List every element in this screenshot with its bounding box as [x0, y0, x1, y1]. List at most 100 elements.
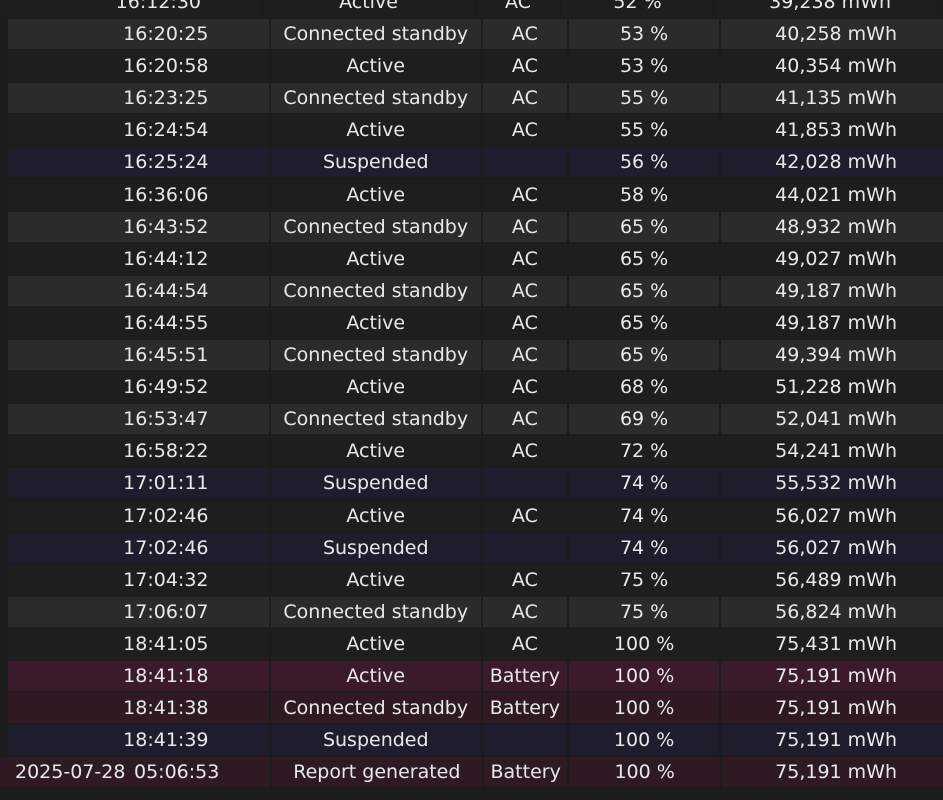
table-row: 18:41:38 Connected standby Battery 100 % 75,… [0, 693, 943, 724]
time-text: 16:20:58 [123, 55, 209, 78]
state-cell: Active [270, 307, 481, 338]
source-cell: AC [482, 275, 567, 306]
time-text: 16:20:25 [123, 23, 209, 46]
capacity-cell: 40,258 mWh [721, 19, 943, 50]
state-cell: Active [270, 564, 481, 595]
row-left-margin [0, 436, 8, 466]
time-text: 16:44:12 [123, 247, 209, 270]
percent-cell: 56 % [568, 147, 720, 178]
source-cell [482, 468, 567, 499]
source-cell: AC [476, 0, 560, 17]
source-cell: AC [482, 436, 567, 467]
source-cell: AC [482, 211, 567, 242]
state-cell: Suspended [270, 468, 481, 499]
time-text: 05:06:53 [134, 761, 220, 784]
percent-cell: 74 % [568, 500, 720, 531]
source-cell: AC [482, 115, 567, 146]
row-left-margin [0, 693, 8, 723]
time-text: 17:06:07 [123, 600, 209, 623]
row-left-margin [0, 597, 8, 627]
state-cell: Connected standby [270, 275, 481, 306]
table-row: 16:12:30 Active AC 52 % 39,238 mWh [0, 0, 943, 17]
percent-cell: 72 % [568, 436, 720, 467]
capacity-cell: 56,824 mWh [721, 596, 943, 627]
time-text: 17:04:32 [123, 568, 209, 591]
time-cell: 17:02:46 [7, 500, 269, 531]
capacity-cell: 75,431 mWh [721, 628, 943, 659]
capacity-cell: 54,241 mWh [721, 436, 943, 467]
state-cell: Active [270, 660, 481, 691]
battery-usage-table: 16:12:30 Active AC 52 % 39,238 mWh 16:20:25 Co… [0, 0, 943, 789]
capacity-cell: 56,489 mWh [721, 564, 943, 595]
capacity-cell: 48,932 mWh [721, 211, 943, 242]
table-row: 17:02:46 Suspended 74 % 56,027 mWh [0, 532, 943, 563]
capacity-cell: 75,191 mWh [721, 660, 943, 691]
table-row: 16:58:22 Active AC 72 % 54,241 mWh [0, 436, 943, 467]
row-left-margin [0, 372, 8, 402]
percent-cell: 74 % [568, 532, 720, 563]
table-row: 17:06:07 Connected standby AC 75 % 56,824 mW… [0, 596, 943, 627]
time-cell: 17:04:32 [7, 564, 269, 595]
time-cell: 17:02:46 [7, 532, 269, 563]
time-text: 16:49:52 [123, 376, 209, 399]
source-cell: AC [482, 404, 567, 435]
time-cell: 16:36:06 [7, 179, 269, 210]
date-text: 2025-07-28 [15, 761, 126, 784]
row-left-margin [0, 533, 8, 563]
row-left-margin [0, 565, 8, 595]
source-cell: AC [482, 500, 567, 531]
state-cell: Active [263, 0, 474, 17]
percent-cell: 65 % [568, 243, 720, 274]
capacity-cell: 40,354 mWh [721, 51, 943, 82]
row-left-margin [0, 276, 8, 306]
percent-cell: 55 % [568, 115, 720, 146]
capacity-cell: 44,021 mWh [721, 179, 943, 210]
time-cell: 16:12:30 [0, 0, 261, 17]
state-cell: Active [270, 243, 481, 274]
capacity-cell: 41,853 mWh [721, 115, 943, 146]
time-cell: 18:41:39 [7, 725, 269, 756]
time-cell: 16:24:54 [7, 115, 269, 146]
time-text: 16:36:06 [123, 183, 209, 206]
time-cell: 17:06:07 [7, 596, 269, 627]
time-cell: 16:44:55 [7, 307, 269, 338]
state-cell: Active [270, 500, 481, 531]
source-cell: AC [482, 243, 567, 274]
row-left-margin [0, 51, 8, 81]
state-cell: Active [270, 179, 481, 210]
state-cell: Active [270, 51, 481, 82]
percent-cell: 65 % [568, 340, 720, 371]
row-left-margin [0, 244, 8, 274]
state-cell: Suspended [270, 725, 481, 756]
time-cell: 16:20:25 [7, 19, 269, 50]
percent-cell: 75 % [568, 596, 720, 627]
table-row: 16:49:52 Active AC 68 % 51,228 mWh [0, 372, 943, 403]
percent-cell: 100 % [568, 628, 720, 659]
source-cell: AC [482, 340, 567, 371]
state-cell: Connected standby [270, 693, 481, 724]
source-cell [482, 725, 567, 756]
source-cell: Battery [482, 693, 567, 724]
table-row: 18:41:39 Suspended 100 % 75,191 mWh [0, 725, 943, 756]
percent-cell: 58 % [568, 179, 720, 210]
time-text: 18:41:39 [123, 729, 209, 752]
time-text: 18:41:18 [123, 664, 209, 687]
capacity-cell: 42,028 mWh [721, 147, 943, 178]
table-row: 16:44:12 Active AC 65 % 49,027 mWh [0, 243, 943, 274]
time-cell: 18:41:18 [7, 660, 269, 691]
capacity-cell: 52,041 mWh [721, 404, 943, 435]
row-left-margin [0, 501, 8, 531]
time-text: 16:45:51 [123, 344, 209, 367]
source-cell: AC [482, 596, 567, 627]
row-left-margin [0, 180, 8, 210]
time-cell: 18:41:05 [7, 628, 269, 659]
capacity-cell: 55,532 mWh [721, 468, 943, 499]
time-text: 17:02:46 [123, 504, 209, 527]
time-text: 16:12:30 [115, 0, 201, 13]
time-cell: 16:44:12 [7, 243, 269, 274]
row-left-margin [0, 340, 8, 370]
percent-cell: 100 % [568, 693, 720, 724]
row-left-margin [0, 115, 8, 145]
table-row: 16:20:25 Connected standby AC 53 % 40,258 mW… [0, 19, 943, 50]
state-cell: Report generated [271, 757, 482, 788]
